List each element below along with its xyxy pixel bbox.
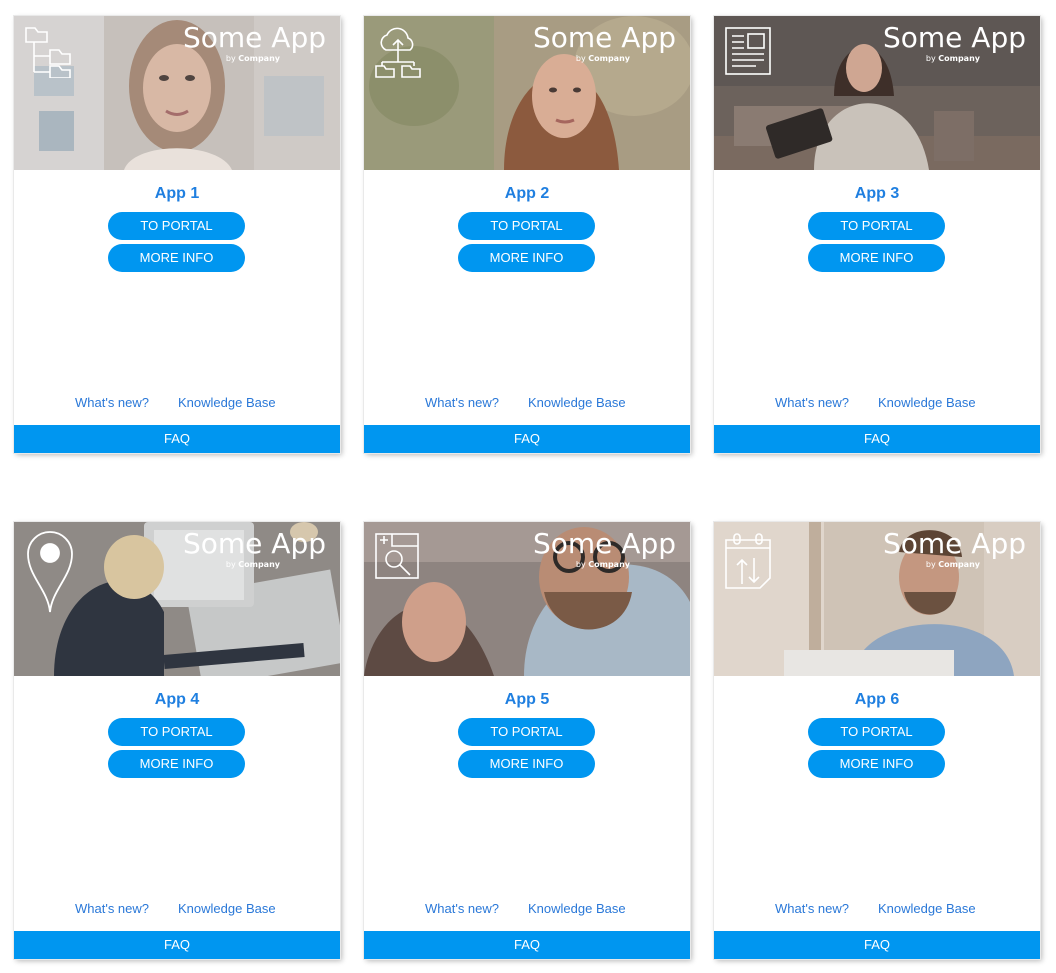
more-info-button[interactable]: MORE INFO: [108, 750, 245, 778]
app-card-4: Some App by Company App 4 TO PORTAL MORE…: [13, 521, 341, 960]
brand-name: Some App: [882, 21, 1026, 54]
brand-company-name: Company: [938, 560, 980, 569]
brand-company: by Company: [576, 54, 630, 64]
folder-tree-icon: [24, 26, 72, 82]
brand-company: by Company: [226, 54, 280, 64]
brand-company-name: Company: [238, 54, 280, 63]
window-search-icon: [374, 532, 420, 584]
brand-by-label: by: [575, 560, 586, 569]
faq-button[interactable]: FAQ: [364, 931, 690, 959]
knowledge-base-link[interactable]: Knowledge Base: [178, 901, 276, 917]
brand-name: Some App: [182, 21, 326, 54]
whats-new-link[interactable]: What's new?: [75, 901, 149, 917]
brand-logo: Some App: [183, 21, 326, 55]
brand-by-label: by: [925, 54, 936, 63]
brand-company-name: Company: [238, 560, 280, 569]
more-info-button[interactable]: MORE INFO: [458, 750, 595, 778]
hero-image: Some App by Company: [714, 522, 1040, 676]
to-portal-button[interactable]: TO PORTAL: [458, 718, 595, 746]
hero-image: Some App by Company: [364, 16, 690, 170]
faq-button[interactable]: FAQ: [14, 425, 340, 453]
app-card-5: Some App by Company App 5 TO PORTAL MORE…: [363, 521, 691, 960]
hero-image: Some App by Company: [714, 16, 1040, 170]
brand-company-name: Company: [588, 54, 630, 63]
map-pin-icon: [26, 530, 74, 618]
app-card-3: Some App by Company App 3 TO PORTAL MORE…: [713, 15, 1041, 454]
hero-image: Some App by Company: [364, 522, 690, 676]
brand-logo: Some App: [533, 527, 676, 561]
brand-by-label: by: [925, 560, 936, 569]
faq-button[interactable]: FAQ: [714, 425, 1040, 453]
brand-logo: Some App: [533, 21, 676, 55]
knowledge-base-link[interactable]: Knowledge Base: [528, 901, 626, 917]
whats-new-link[interactable]: What's new?: [75, 395, 149, 411]
brand-company: by Company: [226, 560, 280, 570]
app-title: App 5: [504, 691, 550, 708]
to-portal-button[interactable]: TO PORTAL: [108, 718, 245, 746]
app-card-6: Some App by Company App 6 TO PORTAL MORE…: [713, 521, 1041, 960]
app-card-1: Some App by Company App 1 TO PORTAL MORE…: [13, 15, 341, 454]
brand-by-label: by: [225, 560, 236, 569]
whats-new-link[interactable]: What's new?: [775, 901, 849, 917]
app-title: App 1: [154, 185, 200, 202]
more-info-button[interactable]: MORE INFO: [808, 750, 945, 778]
app-title: App 2: [504, 185, 550, 202]
knowledge-base-link[interactable]: Knowledge Base: [878, 395, 976, 411]
hero-image: Some App by Company: [14, 16, 340, 170]
brand-logo: Some App: [883, 527, 1026, 561]
brand-by-label: by: [575, 54, 586, 63]
whats-new-link[interactable]: What's new?: [425, 901, 499, 917]
faq-button[interactable]: FAQ: [14, 931, 340, 959]
brand-company-name: Company: [588, 560, 630, 569]
whats-new-link[interactable]: What's new?: [775, 395, 849, 411]
brand-name: Some App: [532, 527, 676, 560]
to-portal-button[interactable]: TO PORTAL: [808, 212, 945, 240]
brand-company: by Company: [926, 54, 980, 64]
more-info-button[interactable]: MORE INFO: [458, 244, 595, 272]
hero-image: Some App by Company: [14, 522, 340, 676]
faq-button[interactable]: FAQ: [714, 931, 1040, 959]
to-portal-button[interactable]: TO PORTAL: [108, 212, 245, 240]
more-info-button[interactable]: MORE INFO: [808, 244, 945, 272]
brand-name: Some App: [182, 527, 326, 560]
to-portal-button[interactable]: TO PORTAL: [808, 718, 945, 746]
knowledge-base-link[interactable]: Knowledge Base: [878, 901, 976, 917]
brand-company: by Company: [576, 560, 630, 570]
app-title: App 4: [154, 691, 200, 708]
calendar-sync-icon: [724, 532, 772, 596]
to-portal-button[interactable]: TO PORTAL: [458, 212, 595, 240]
app-title: App 6: [854, 691, 900, 708]
more-info-button[interactable]: MORE INFO: [108, 244, 245, 272]
brand-company: by Company: [926, 560, 980, 570]
app-card-2: Some App by Company App 2 TO PORTAL MORE…: [363, 15, 691, 454]
knowledge-base-link[interactable]: Knowledge Base: [178, 395, 276, 411]
brand-logo: Some App: [183, 527, 326, 561]
knowledge-base-link[interactable]: Knowledge Base: [528, 395, 626, 411]
faq-button[interactable]: FAQ: [364, 425, 690, 453]
brand-by-label: by: [225, 54, 236, 63]
app-title: App 3: [854, 185, 900, 202]
newspaper-icon: [724, 26, 772, 80]
brand-name: Some App: [882, 527, 1026, 560]
brand-company-name: Company: [938, 54, 980, 63]
brand-logo: Some App: [883, 21, 1026, 55]
cloud-upload-folders-icon: [374, 26, 422, 84]
brand-name: Some App: [532, 21, 676, 54]
whats-new-link[interactable]: What's new?: [425, 395, 499, 411]
